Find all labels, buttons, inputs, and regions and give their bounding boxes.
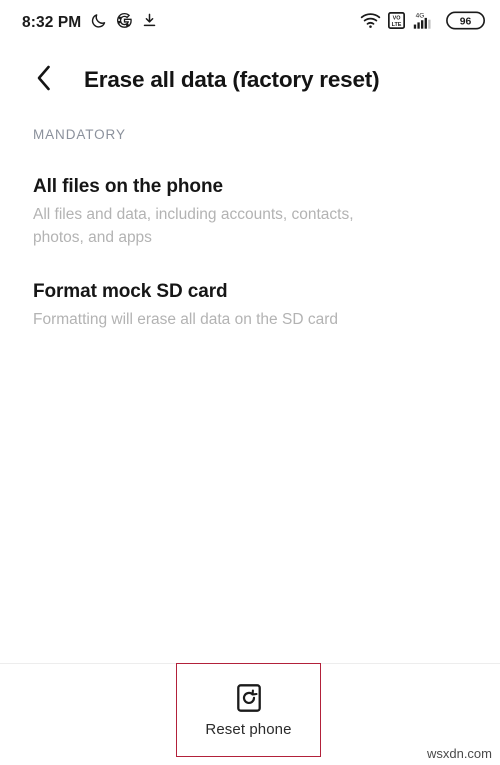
phone-screen: 8:32 PM VO LTE 4G 96 Erase all data (fac… <box>0 0 500 765</box>
chevron-left-icon <box>32 63 56 98</box>
google-g-icon <box>116 12 133 34</box>
list-item-subtitle: All files and data, including accounts, … <box>33 206 354 246</box>
section-header-mandatory: MANDATORY <box>33 127 126 142</box>
back-button[interactable] <box>18 54 70 106</box>
list-item-title: All files on the phone <box>33 176 223 197</box>
wifi-icon <box>360 12 381 34</box>
mandatory-items-list: All files on the phone All files and dat… <box>0 174 500 331</box>
app-bar: Erase all data (factory reset) <box>0 45 500 115</box>
status-bar-left: 8:32 PM <box>22 12 157 34</box>
network-type-label: 4G <box>416 12 425 19</box>
reset-phone-label: Reset phone <box>205 721 292 738</box>
list-item-subtitle: Formatting will erase all data on the SD… <box>33 311 338 328</box>
volte-top-label: VO <box>393 15 401 21</box>
volte-bottom-label: LTE <box>392 21 402 27</box>
volte-icon: VO LTE <box>388 11 405 34</box>
list-item-format-sd-card[interactable]: Format mock SD card Formatting will eras… <box>0 279 500 331</box>
status-bar-right: VO LTE 4G 96 <box>360 10 486 36</box>
content-area: MANDATORY All files on the phone All fil… <box>0 115 500 361</box>
battery-percent-label: 96 <box>460 16 472 27</box>
reset-phone-button[interactable]: Reset phone <box>176 664 321 757</box>
battery-icon: 96 <box>446 10 486 36</box>
list-item-title: Format mock SD card <box>33 281 228 302</box>
status-bar: 8:32 PM VO LTE 4G 96 <box>0 0 500 45</box>
reset-circular-arrow-icon <box>236 683 262 713</box>
status-clock: 8:32 PM <box>22 13 82 31</box>
list-item-all-files[interactable]: All files on the phone All files and dat… <box>0 174 500 249</box>
moon-icon <box>90 12 107 34</box>
download-icon <box>142 12 157 33</box>
signal-4g-icon: 4G <box>412 11 439 35</box>
watermark: wsxdn.com <box>426 746 492 761</box>
page-title: Erase all data (factory reset) <box>84 67 380 92</box>
